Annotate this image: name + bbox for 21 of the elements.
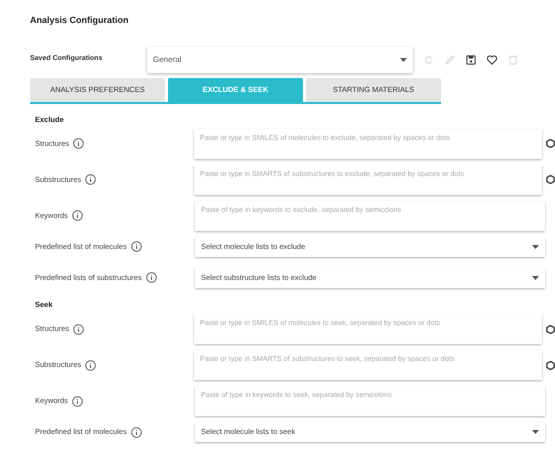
page-title: Analysis Configuration <box>30 14 130 27</box>
hexagon-icon[interactable] <box>546 360 555 370</box>
info-icon[interactable] <box>85 174 96 186</box>
caret-icon <box>532 430 539 434</box>
info-icon[interactable] <box>73 324 84 334</box>
caret-icon <box>532 276 539 280</box>
caret-icon <box>532 244 539 249</box>
configuration-dropdown[interactable]: General <box>147 46 413 72</box>
info-icon[interactable] <box>72 210 83 222</box>
hexagon-icon[interactable] <box>546 324 555 334</box>
info-icon[interactable] <box>130 426 142 438</box>
caret-icon <box>400 58 407 62</box>
hexagon-icon[interactable] <box>546 139 555 148</box>
info-icon[interactable] <box>85 360 96 370</box>
info-icon[interactable] <box>146 272 157 284</box>
heart-icon-button[interactable] <box>485 52 499 66</box>
floppy-disk-icon-button[interactable] <box>464 52 478 66</box>
info-icon[interactable] <box>130 241 142 252</box>
hexagon-icon[interactable] <box>546 175 555 184</box>
info-icon[interactable] <box>73 138 84 150</box>
info-icon[interactable] <box>72 396 83 406</box>
